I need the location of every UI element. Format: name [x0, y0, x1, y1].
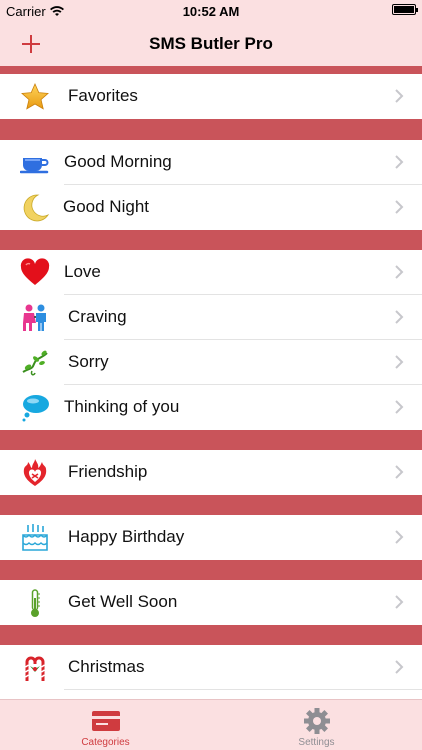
category-label: Favorites	[68, 86, 138, 105]
tab-bar: Categories Settings	[0, 699, 422, 750]
gear-icon	[304, 708, 330, 734]
status-bar: Carrier 10:52 AM	[0, 0, 422, 22]
tab-label: Categories	[81, 737, 130, 748]
status-right	[392, 4, 418, 15]
battery-icon	[392, 4, 418, 15]
category-row-get-well-soon[interactable]: Get Well Soon	[0, 580, 422, 625]
chevron-right-icon	[395, 530, 404, 544]
chevron-right-icon	[395, 660, 404, 674]
category-row-happy-birthday[interactable]: Happy Birthday	[0, 515, 422, 560]
tab-categories[interactable]: Categories	[0, 700, 211, 750]
chevron-right-icon	[395, 310, 404, 324]
category-row-good-morning[interactable]: Good Morning	[0, 140, 422, 185]
couple-icon	[23, 304, 46, 331]
section-separator	[0, 560, 422, 580]
moon-icon	[23, 194, 50, 222]
category-row-craving[interactable]: Craving	[0, 295, 422, 340]
candy-cane-icon	[25, 656, 45, 681]
category-row-partial[interactable]	[0, 690, 422, 699]
category-label: Christmas	[68, 657, 145, 676]
chevron-right-icon	[395, 355, 404, 369]
speech-bubble-icon	[22, 395, 49, 422]
status-time: 10:52 AM	[182, 4, 240, 19]
category-row-sorry[interactable]: Sorry	[0, 340, 422, 385]
category-row-thinking-of-you[interactable]: Thinking of you	[0, 385, 422, 430]
category-label: Sorry	[68, 352, 109, 371]
section-separator	[0, 119, 422, 140]
chevron-right-icon	[395, 89, 404, 103]
category-label: Friendship	[68, 462, 148, 481]
teacup-icon	[20, 158, 49, 174]
chevron-right-icon	[395, 465, 404, 479]
battery-fill	[394, 6, 414, 13]
category-label: Love	[64, 262, 101, 281]
category-label: Good Night	[63, 197, 149, 216]
category-list[interactable]: Favorites Good Morning Good Night Love C…	[0, 66, 422, 699]
category-row-love[interactable]: Love	[0, 250, 422, 295]
category-row-favorites[interactable]: Favorites	[0, 74, 422, 119]
section-separator	[0, 230, 422, 250]
category-row-good-night[interactable]: Good Night	[0, 185, 422, 230]
category-label: Thinking of you	[64, 397, 180, 416]
section-separator	[0, 495, 422, 515]
chevron-right-icon	[395, 595, 404, 609]
category-label: Get Well Soon	[68, 592, 178, 611]
tab-label: Settings	[298, 737, 335, 748]
tab-settings[interactable]: Settings	[211, 700, 422, 750]
section-separator	[0, 625, 422, 645]
card-icon	[92, 711, 120, 731]
section-separator	[0, 66, 422, 74]
chevron-right-icon	[395, 265, 404, 279]
category-label: Good Morning	[64, 152, 172, 171]
page-title: SMS Butler Pro	[149, 34, 273, 53]
navigation-bar: SMS Butler Pro	[0, 22, 422, 66]
thermometer-icon	[31, 589, 40, 617]
category-label: Happy Birthday	[68, 527, 185, 546]
chevron-right-icon	[395, 155, 404, 169]
section-separator	[0, 430, 422, 450]
category-row-christmas[interactable]: Christmas	[0, 645, 422, 690]
heart-icon	[20, 258, 50, 285]
chevron-right-icon	[395, 400, 404, 414]
vine-icon	[22, 350, 48, 376]
chevron-right-icon	[395, 200, 404, 214]
cake-icon	[22, 524, 48, 551]
flame-heart-icon	[23, 459, 47, 486]
category-row-friendship[interactable]: Friendship	[0, 450, 422, 495]
star-icon	[21, 83, 49, 110]
category-label: Craving	[68, 307, 127, 326]
